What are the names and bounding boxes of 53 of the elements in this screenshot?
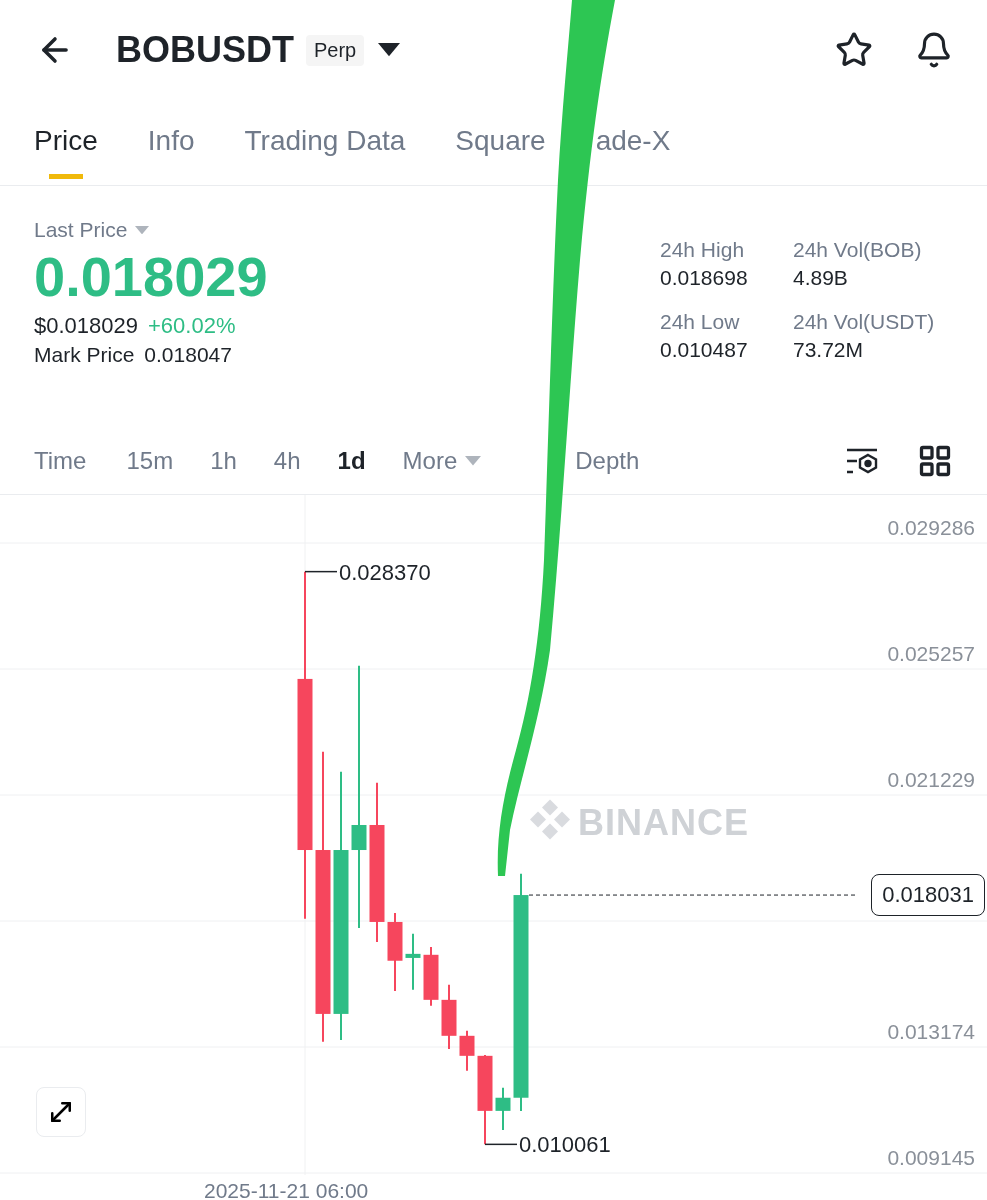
interval-tab[interactable]: Time	[34, 447, 87, 475]
current-price-label: 0.018031	[871, 874, 985, 917]
contract-badge: Perp	[306, 34, 365, 66]
tab[interactable]: Info	[147, 124, 195, 158]
grid-icon[interactable]	[917, 443, 953, 479]
mark-price-label: Mark Price	[34, 343, 135, 367]
caret-icon	[465, 456, 482, 466]
axis-label: 0.021229	[887, 768, 975, 791]
tab[interactable]: Trading Data	[244, 124, 406, 158]
high-price-label: 0.028370	[339, 559, 431, 585]
indicator-settings-icon[interactable]	[845, 446, 879, 476]
axis-label: 0.029286	[887, 516, 975, 539]
caret-icon	[135, 225, 150, 235]
interval-tab[interactable]: 4h	[273, 447, 301, 475]
dropdown-caret-icon	[378, 43, 401, 57]
price-change: +60.02%	[148, 313, 236, 339]
star-icon[interactable]	[835, 31, 873, 69]
more-dropdown[interactable]: More	[402, 447, 482, 475]
candle	[441, 983, 457, 1050]
bell-icon[interactable]	[915, 31, 953, 69]
low-price-label: 0.010061	[519, 1132, 611, 1158]
binance-logo-icon	[530, 799, 570, 840]
stat-label: 24h Vol(USDT)	[793, 310, 935, 334]
interval-tab[interactable]: 15m	[126, 447, 174, 475]
axis-label: 0.013174	[887, 1020, 975, 1043]
stat-value: 0.018698	[660, 266, 748, 290]
usd-price: $0.018029	[34, 313, 138, 339]
stat-value: 73.72M	[793, 338, 864, 362]
interval-tab[interactable]: 1d	[337, 447, 366, 475]
axis-label: 0.009145	[887, 1146, 975, 1169]
leader-line	[304, 570, 338, 573]
stat-label: 24h Low	[660, 310, 740, 334]
tab[interactable]: Square	[455, 124, 546, 158]
stat-label: 24h Vol(BOB)	[793, 238, 922, 262]
candle	[423, 946, 439, 1007]
leader-line	[484, 1143, 518, 1146]
symbol-title: BOBUSDT	[116, 29, 294, 71]
last-price-label[interactable]: Last Price	[34, 218, 150, 242]
mark-price: 0.018047	[144, 343, 232, 367]
expand-button[interactable]	[36, 1087, 86, 1137]
axis-label: 0.025257	[887, 642, 975, 665]
stat-value: 4.89B	[793, 266, 848, 290]
candle	[405, 932, 421, 991]
time-axis-label: 2025-11-21 06:00	[203, 1179, 370, 1200]
tab[interactable]: Price	[34, 124, 98, 158]
candle	[459, 1029, 475, 1072]
candle	[495, 1086, 511, 1131]
last-price: 0.018029	[34, 244, 268, 309]
tab[interactable]: ade-X	[595, 124, 671, 158]
stat-value: 0.010487	[660, 338, 748, 362]
stat-label: 24h High	[660, 238, 745, 262]
interval-tab[interactable]: 1h	[210, 447, 237, 475]
interval-tab[interactable]: Depth	[575, 447, 640, 475]
